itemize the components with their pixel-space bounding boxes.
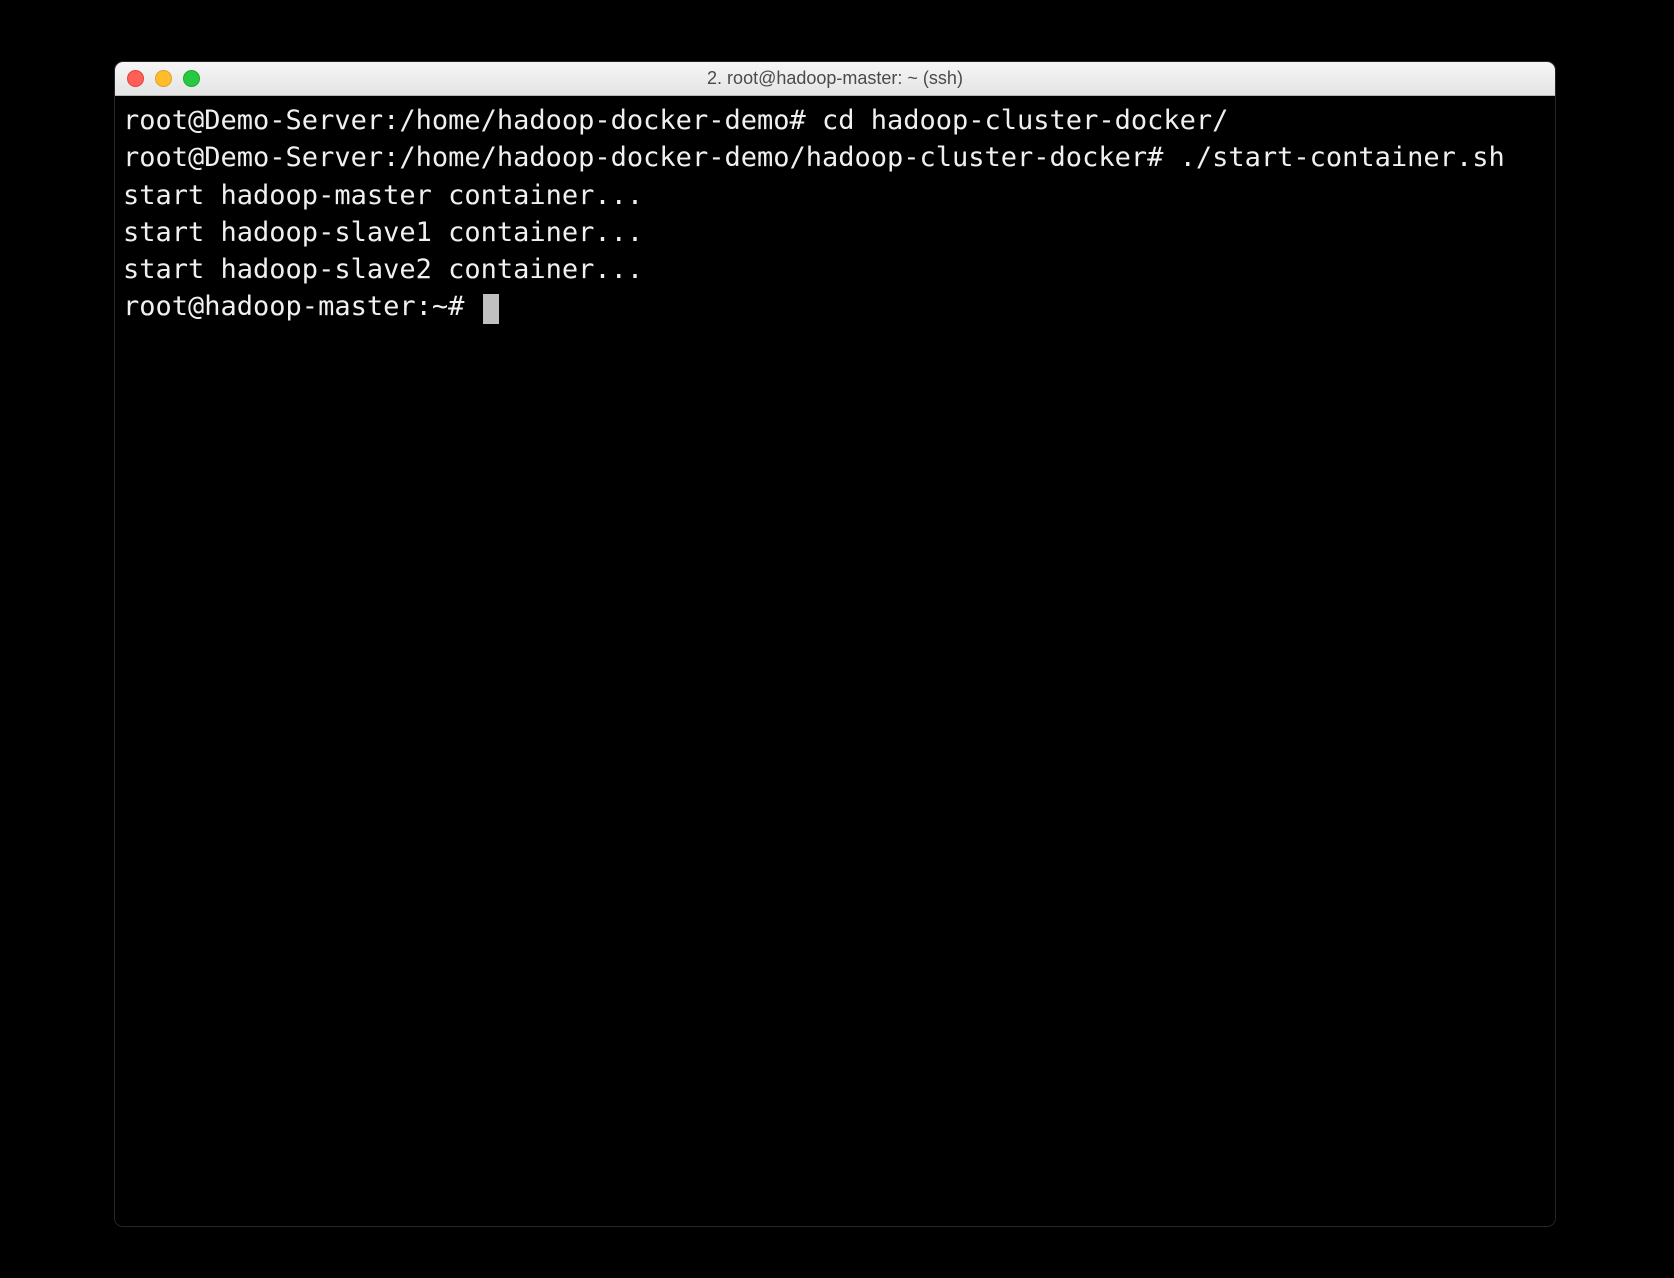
title-bar: 2. root@hadoop-master: ~ (ssh): [115, 62, 1555, 96]
window-title: 2. root@hadoop-master: ~ (ssh): [115, 68, 1555, 89]
terminal-line: start hadoop-slave2 container...: [123, 251, 1547, 288]
close-icon[interactable]: [127, 70, 144, 87]
terminal-line: root@Demo-Server:/home/hadoop-docker-dem…: [123, 139, 1547, 176]
terminal-line: start hadoop-master container...: [123, 177, 1547, 214]
minimize-icon[interactable]: [155, 70, 172, 87]
maximize-icon[interactable]: [183, 70, 200, 87]
terminal-line: start hadoop-slave1 container...: [123, 214, 1547, 251]
cursor-icon: [483, 294, 499, 324]
traffic-lights: [127, 70, 200, 87]
terminal-body[interactable]: root@Demo-Server:/home/hadoop-docker-dem…: [115, 96, 1555, 1226]
terminal-window: 2. root@hadoop-master: ~ (ssh) root@Demo…: [115, 62, 1555, 1226]
terminal-prompt: root@hadoop-master:~#: [123, 291, 481, 322]
terminal-line: root@Demo-Server:/home/hadoop-docker-dem…: [123, 102, 1547, 139]
